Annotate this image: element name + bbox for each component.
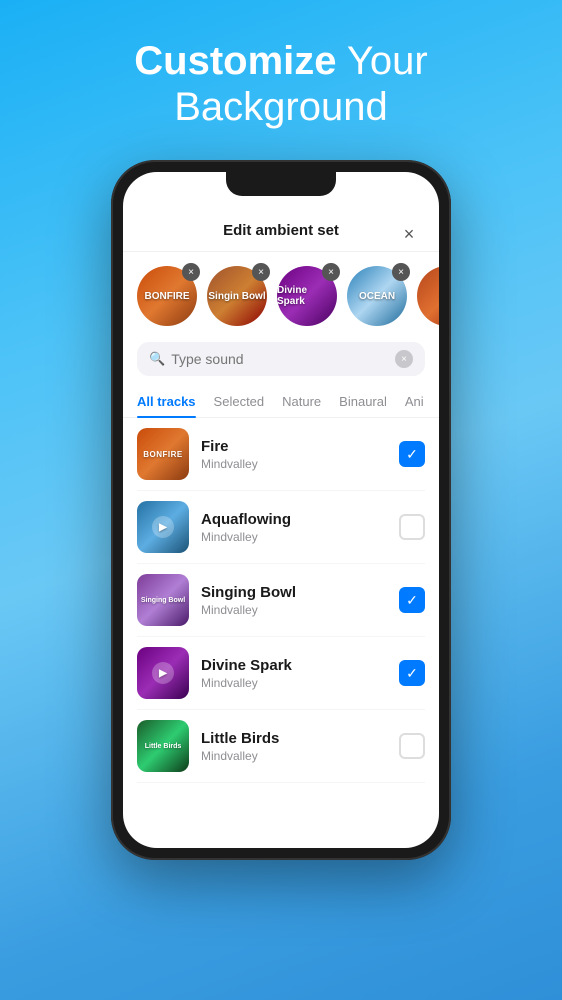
search-icon: 🔍 bbox=[149, 351, 165, 367]
headline-bold: Customize bbox=[134, 39, 336, 83]
track-artist-aquaflowing: Mindvalley bbox=[201, 530, 387, 544]
search-bar: 🔍 × bbox=[137, 342, 425, 376]
track-thumb-little-birds: Little Birds bbox=[137, 720, 189, 772]
phone-notch bbox=[226, 172, 336, 196]
phone-mockup: Edit ambient set × BONFIRE × Singin Bowl… bbox=[111, 160, 451, 860]
tab-binaural[interactable]: Binaural bbox=[339, 386, 387, 417]
chip-bonfire-remove[interactable]: × bbox=[182, 263, 200, 281]
track-artist-divine-spark: Mindvalley bbox=[201, 676, 387, 690]
tab-selected[interactable]: Selected bbox=[214, 386, 265, 417]
track-artist-singing-bowl: Mindvalley bbox=[201, 603, 387, 617]
chip-ocean-remove[interactable]: × bbox=[392, 263, 410, 281]
track-artist-little-birds: Mindvalley bbox=[201, 749, 387, 763]
track-name-divine-spark: Divine Spark bbox=[201, 657, 387, 674]
track-name-fire: Fire bbox=[201, 438, 387, 455]
phone-shell: Edit ambient set × BONFIRE × Singin Bowl… bbox=[111, 160, 451, 860]
track-info-singing-bowl: Singing Bowl Mindvalley bbox=[201, 584, 387, 617]
track-thumb-fire: BONFIRE bbox=[137, 428, 189, 480]
headline-rest: Your bbox=[337, 39, 428, 83]
chip-divine[interactable]: Divine Spark × bbox=[277, 266, 337, 326]
track-thumb-aquaflowing: ▶ bbox=[137, 501, 189, 553]
play-icon-aquaflowing: ▶ bbox=[152, 516, 174, 538]
track-item-singing-bowl[interactable]: Singing Bowl Singing Bowl Mindvalley ✓ bbox=[137, 564, 425, 637]
track-check-divine-spark[interactable]: ✓ bbox=[399, 660, 425, 686]
track-item-divine-spark[interactable]: ▶ Divine Spark Mindvalley ✓ bbox=[137, 637, 425, 710]
track-name-singing-bowl: Singing Bowl bbox=[201, 584, 387, 601]
chip-divine-remove[interactable]: × bbox=[322, 263, 340, 281]
track-info-aquaflowing: Aquaflowing Mindvalley bbox=[201, 511, 387, 544]
chip-bonfire[interactable]: BONFIRE × bbox=[137, 266, 197, 326]
search-clear-button[interactable]: × bbox=[395, 350, 413, 368]
track-info-fire: Fire Mindvalley bbox=[201, 438, 387, 471]
track-artist-fire: Mindvalley bbox=[201, 457, 387, 471]
tab-ani[interactable]: Ani bbox=[405, 386, 424, 417]
tabs-row: All tracks Selected Nature Binaural Ani bbox=[123, 386, 439, 418]
track-list: BONFIRE Fire Mindvalley ✓ ▶ Aquaflowing … bbox=[123, 418, 439, 848]
track-item-aquaflowing[interactable]: ▶ Aquaflowing Mindvalley bbox=[137, 491, 425, 564]
track-check-singing-bowl[interactable]: ✓ bbox=[399, 587, 425, 613]
track-item-fire[interactable]: BONFIRE Fire Mindvalley ✓ bbox=[137, 418, 425, 491]
search-input[interactable] bbox=[171, 351, 389, 367]
headline-line2: Background bbox=[134, 84, 427, 130]
chip-pr[interactable]: PR bbox=[417, 266, 439, 326]
chip-pr-circle: PR bbox=[417, 266, 439, 326]
sound-chips-row: BONFIRE × Singin Bowl × Divine Spark × O… bbox=[123, 252, 439, 336]
close-button[interactable]: × bbox=[397, 222, 421, 246]
modal-title: Edit ambient set bbox=[223, 222, 339, 239]
play-icon-divine: ▶ bbox=[152, 662, 174, 684]
headline: Customize Your Background bbox=[134, 38, 427, 130]
track-name-little-birds: Little Birds bbox=[201, 730, 387, 747]
phone-screen: Edit ambient set × BONFIRE × Singin Bowl… bbox=[123, 172, 439, 848]
track-thumb-divine-spark: ▶ bbox=[137, 647, 189, 699]
track-item-little-birds[interactable]: Little Birds Little Birds Mindvalley bbox=[137, 710, 425, 783]
track-check-fire[interactable]: ✓ bbox=[399, 441, 425, 467]
track-thumb-singing-bowl: Singing Bowl bbox=[137, 574, 189, 626]
track-info-divine-spark: Divine Spark Mindvalley bbox=[201, 657, 387, 690]
track-check-aquaflowing[interactable] bbox=[399, 514, 425, 540]
track-check-little-birds[interactable] bbox=[399, 733, 425, 759]
chip-bowl-remove[interactable]: × bbox=[252, 263, 270, 281]
tab-nature[interactable]: Nature bbox=[282, 386, 321, 417]
chip-bowl[interactable]: Singin Bowl × bbox=[207, 266, 267, 326]
track-info-little-birds: Little Birds Mindvalley bbox=[201, 730, 387, 763]
track-name-aquaflowing: Aquaflowing bbox=[201, 511, 387, 528]
tab-all-tracks[interactable]: All tracks bbox=[137, 386, 196, 417]
chip-ocean[interactable]: OCEAN × bbox=[347, 266, 407, 326]
